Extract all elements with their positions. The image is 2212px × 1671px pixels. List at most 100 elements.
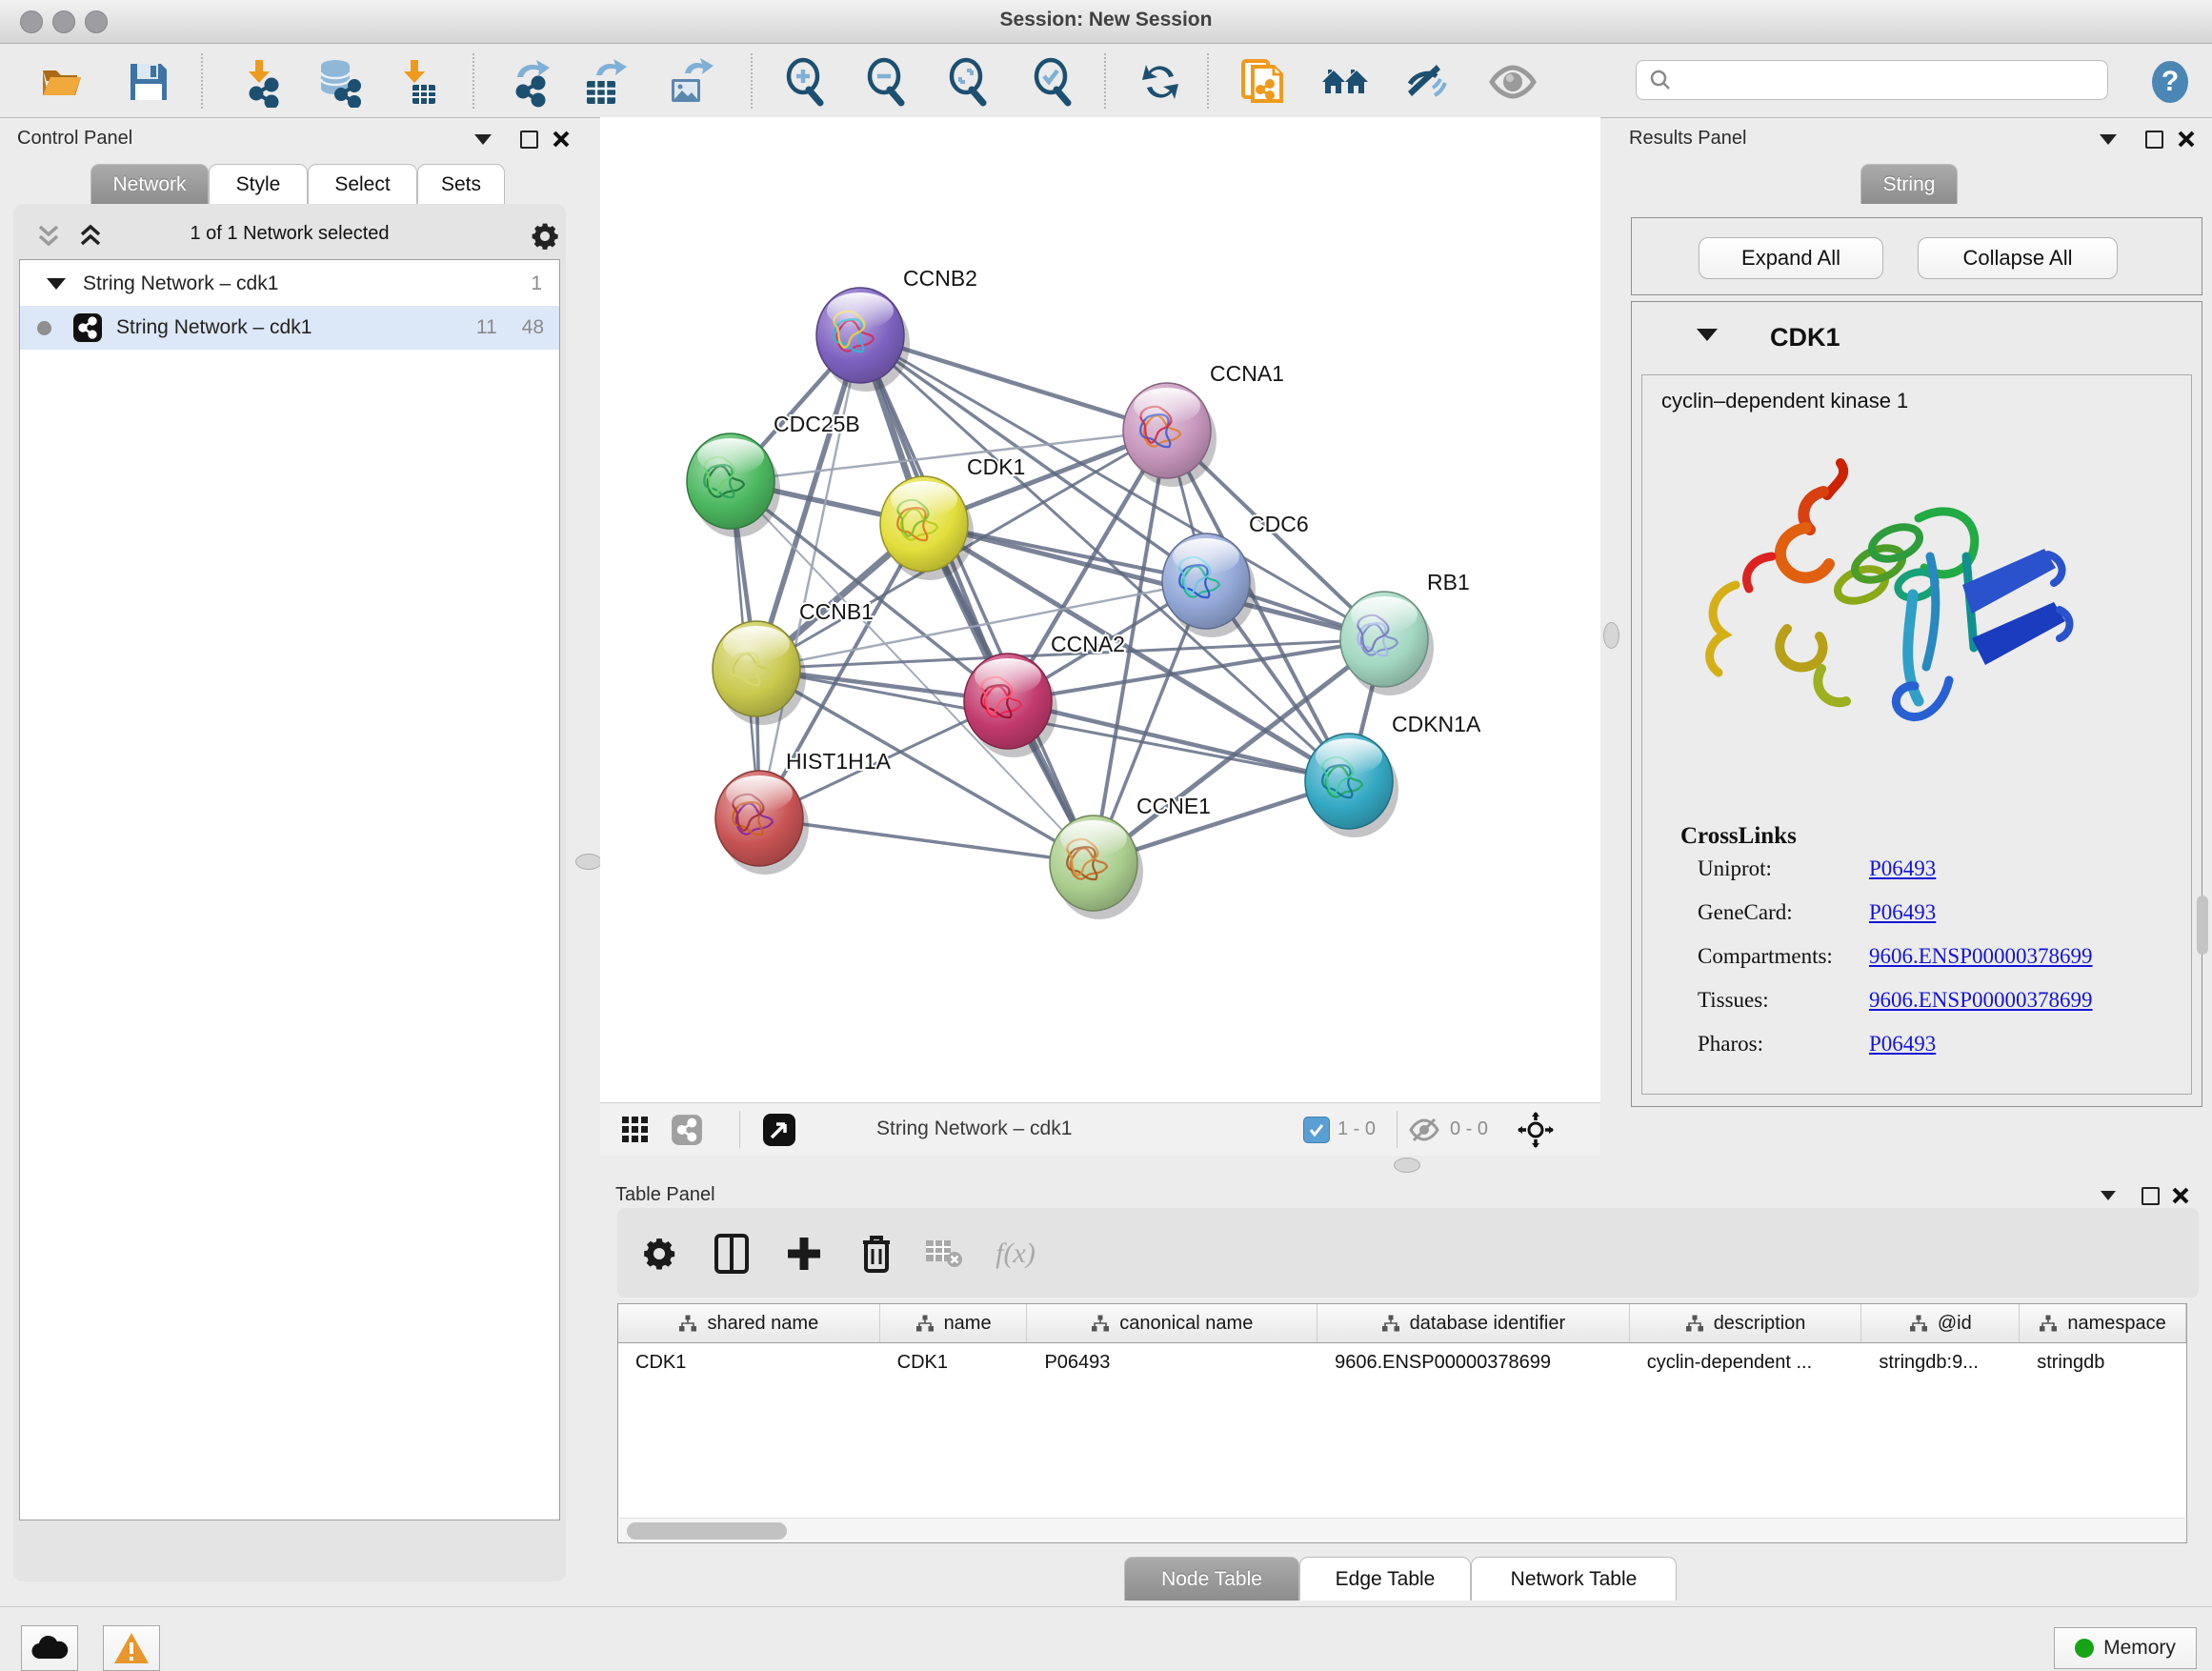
results-scrollbar-thumb[interactable] (2197, 896, 2208, 955)
column-header-canonical-name[interactable]: canonical name (1027, 1304, 1317, 1342)
export-table-button[interactable] (578, 55, 632, 109)
search-input[interactable] (1673, 69, 2086, 92)
network-node-cdkn1a[interactable]: CDKN1A (1305, 712, 1481, 837)
tab-sets[interactable]: Sets (417, 164, 505, 204)
network-edge[interactable] (759, 335, 860, 818)
control-panel-float-button[interactable] (516, 129, 541, 150)
network-node-cdc25b[interactable]: CDC25B (687, 412, 860, 537)
table-cell[interactable]: CDK1 (880, 1342, 1028, 1382)
network-node-cdk1[interactable]: CDK1 (880, 454, 1025, 580)
add-column-button[interactable] (779, 1229, 829, 1278)
gene-section-header[interactable]: CDK1 (1632, 302, 2202, 371)
tab-select[interactable]: Select (308, 164, 417, 204)
zoom-in-button[interactable] (778, 55, 832, 109)
open-session-button[interactable] (35, 55, 89, 109)
control-panel-close-button[interactable] (549, 129, 573, 150)
table-panel-close-button[interactable] (2168, 1185, 2193, 1206)
delete-column-button[interactable] (852, 1229, 901, 1278)
network-canvas[interactable]: CCNB2CCNA1CDC25BCDK1CDC6RB1CCNB1CCNA2CDK… (600, 117, 1600, 1102)
scrollbar-thumb[interactable] (627, 1522, 787, 1540)
network-node-ccne1[interactable]: CCNE1 (1050, 794, 1211, 919)
delete-table-button[interactable] (918, 1229, 968, 1278)
network-node-ccnb2[interactable]: CCNB2 (816, 266, 977, 392)
import-network-from-database-button[interactable] (312, 55, 365, 109)
select-columns-button[interactable] (707, 1229, 756, 1278)
control-panel-menu-button[interactable] (471, 129, 495, 150)
function-builder-button[interactable]: f(x) (991, 1229, 1040, 1278)
import-network-button[interactable] (233, 55, 287, 109)
import-table-button[interactable] (389, 55, 442, 109)
network-row-selected[interactable]: String Network – cdk1 11 48 (20, 306, 559, 350)
cloud-status-button[interactable] (21, 1625, 78, 1671)
table-cell[interactable]: P06493 (1027, 1342, 1317, 1382)
network-collection-row[interactable]: String Network – cdk1 1 (20, 262, 559, 306)
tab-edge-table[interactable]: Edge Table (1299, 1557, 1471, 1601)
selected-nodes-checkbox[interactable] (1303, 1117, 1330, 1143)
table-panel-menu-button[interactable] (2096, 1185, 2121, 1206)
horizontal-splitter-handle[interactable] (1394, 1158, 1420, 1173)
network-node-ccna1[interactable]: CCNA1 (1123, 361, 1284, 487)
network-node-ccnb1[interactable]: CCNB1 (713, 599, 874, 725)
birdseye-toggle-icon[interactable] (762, 1113, 796, 1147)
column-header-shared-name[interactable]: shared name (618, 1304, 880, 1342)
show-eye-button[interactable] (1486, 55, 1539, 109)
hidden-eye-icon[interactable] (1408, 1116, 1440, 1144)
collapse-all-button[interactable]: Collapse All (1918, 237, 2118, 279)
vertical-splitter-handle-left[interactable] (575, 854, 602, 870)
tab-network-table[interactable]: Network Table (1471, 1557, 1677, 1601)
network-edge[interactable] (1008, 701, 1349, 781)
warning-status-button[interactable] (103, 1625, 160, 1671)
column-header-database-identifier[interactable]: database identifier (1317, 1304, 1630, 1342)
vertical-splitter-handle-right[interactable] (1603, 622, 1619, 649)
tab-style[interactable]: Style (209, 164, 308, 204)
crosslink-link[interactable]: P06493 (1869, 900, 1936, 925)
save-session-button[interactable] (122, 55, 175, 109)
results-panel-menu-button[interactable] (2096, 129, 2121, 150)
network-node-hist1h1a[interactable]: HIST1H1A (715, 749, 892, 875)
refresh-layout-button[interactable] (1134, 55, 1187, 109)
table-cell[interactable]: CDK1 (618, 1342, 880, 1382)
crosslink-link[interactable]: 9606.ENSP00000378699 (1869, 944, 2093, 969)
table-panel-float-button[interactable] (2138, 1185, 2162, 1206)
crosslink-link[interactable]: P06493 (1869, 1032, 1936, 1057)
column-header--id[interactable]: @id (1861, 1304, 2020, 1342)
expander-icon[interactable] (47, 278, 66, 290)
table-horizontal-scrollbar[interactable] (619, 1518, 2185, 1543)
crosslink-link[interactable]: P06493 (1869, 856, 1936, 881)
table-cell[interactable]: stringdb (2020, 1342, 2186, 1382)
expand-all-button[interactable]: Expand All (1699, 237, 1883, 279)
zoom-out-button[interactable] (859, 55, 913, 109)
tab-node-table[interactable]: Node Table (1124, 1557, 1299, 1601)
network-node-cdc6[interactable]: CDC6 (1162, 512, 1309, 637)
export-image-button[interactable] (663, 55, 716, 109)
crosslink-link[interactable]: 9606.ENSP00000378699 (1869, 988, 2093, 1013)
table-cell[interactable]: 9606.ENSP00000378699 (1317, 1342, 1630, 1382)
column-header-description[interactable]: description (1630, 1304, 1862, 1342)
help-button[interactable]: ? (2143, 55, 2197, 109)
zoom-selected-button[interactable] (1026, 55, 1079, 109)
grid-view-icon[interactable] (621, 1116, 650, 1144)
table-row[interactable]: CDK1CDK1P064939606.ENSP00000378699cyclin… (618, 1342, 2186, 1382)
table-cell[interactable]: stringdb:9... (1861, 1342, 2020, 1382)
string-document-button[interactable] (1236, 55, 1289, 109)
hide-eye-button[interactable] (1398, 55, 1452, 109)
memory-button[interactable]: Memory (2054, 1627, 2197, 1669)
results-panel-float-button[interactable] (2142, 129, 2166, 150)
results-panel-close-button[interactable] (2174, 129, 2199, 150)
tab-string[interactable]: String (1860, 164, 1958, 204)
zoom-fit-button[interactable] (941, 55, 995, 109)
network-edge[interactable] (759, 818, 1094, 863)
export-network-button[interactable] (503, 55, 556, 109)
column-header-name[interactable]: name (880, 1304, 1028, 1342)
gear-icon[interactable] (530, 221, 560, 252)
crosshair-icon[interactable] (1517, 1111, 1555, 1149)
collapse-section-icon[interactable] (1697, 329, 1718, 341)
table-cell[interactable]: cyclin-dependent ... (1630, 1342, 1862, 1382)
share-view-icon[interactable] (671, 1114, 703, 1146)
tab-network[interactable]: Network (90, 164, 209, 204)
network-graph[interactable]: CCNB2CCNA1CDC25BCDK1CDC6RB1CCNB1CCNA2CDK… (600, 117, 1600, 1102)
table-settings-button[interactable] (634, 1229, 684, 1278)
network-node-rb1[interactable]: RB1 (1340, 570, 1470, 695)
column-header-namespace[interactable]: namespace (2020, 1304, 2186, 1342)
network-edge[interactable] (860, 335, 1094, 863)
